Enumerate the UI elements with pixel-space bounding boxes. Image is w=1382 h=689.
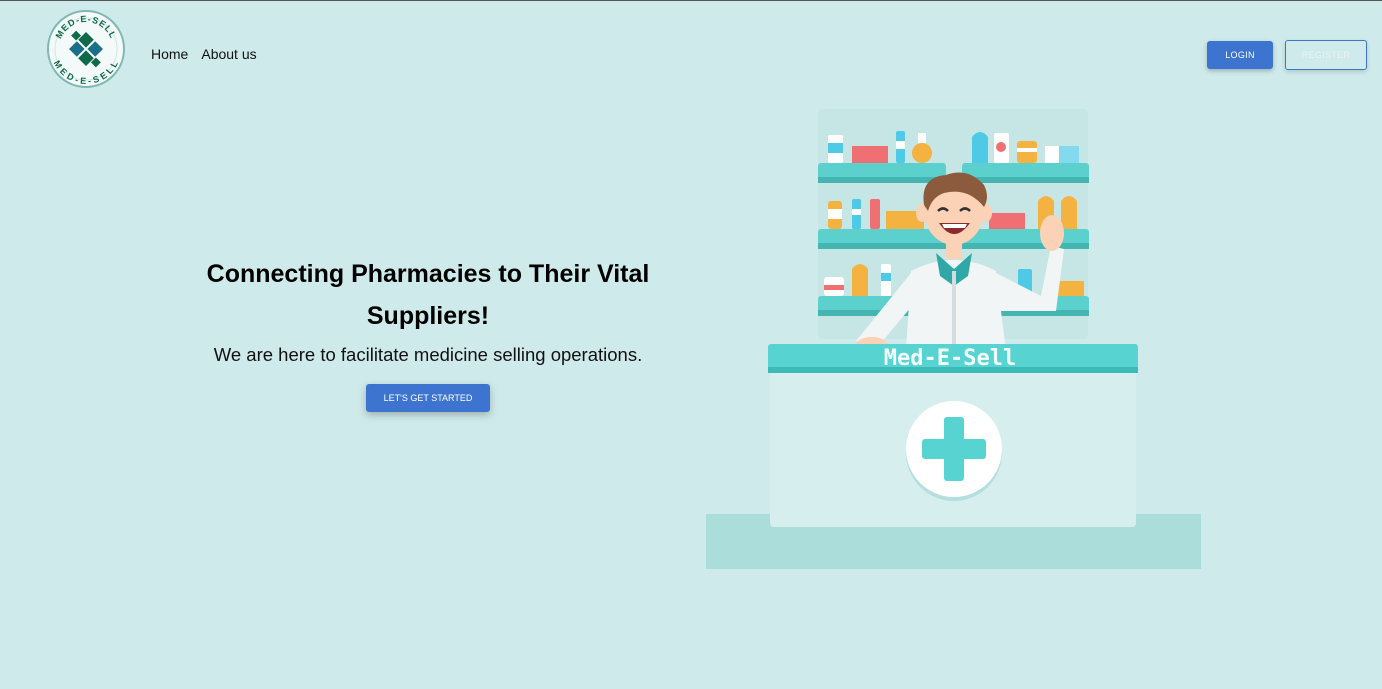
hero-section: Connecting Pharmacies to Their Vital Sup… <box>196 253 660 412</box>
nav-about-link[interactable]: About us <box>201 46 256 62</box>
hero-headline: Connecting Pharmacies to Their Vital Sup… <box>206 260 650 330</box>
pharmacist-illustration: Med-E-Sell <box>706 101 1202 571</box>
med-e-sell-logo[interactable]: MED-E-SELL MED-E-SELL <box>46 9 126 89</box>
hero-subtext: We are here to facilitate medicine selli… <box>213 344 643 365</box>
login-button[interactable]: LOGIN <box>1207 41 1273 69</box>
register-button[interactable]: REGISTER <box>1285 40 1367 70</box>
get-started-button[interactable]: LET'S GET STARTED <box>366 384 490 412</box>
nav-home-link[interactable]: Home <box>151 46 188 62</box>
header: MED-E-SELL MED-E-SELL Home About us LOGI… <box>0 1 1382 101</box>
main-nav: Home About us <box>151 46 257 62</box>
counter-sign-text: Med-E-Sell <box>884 346 1016 371</box>
